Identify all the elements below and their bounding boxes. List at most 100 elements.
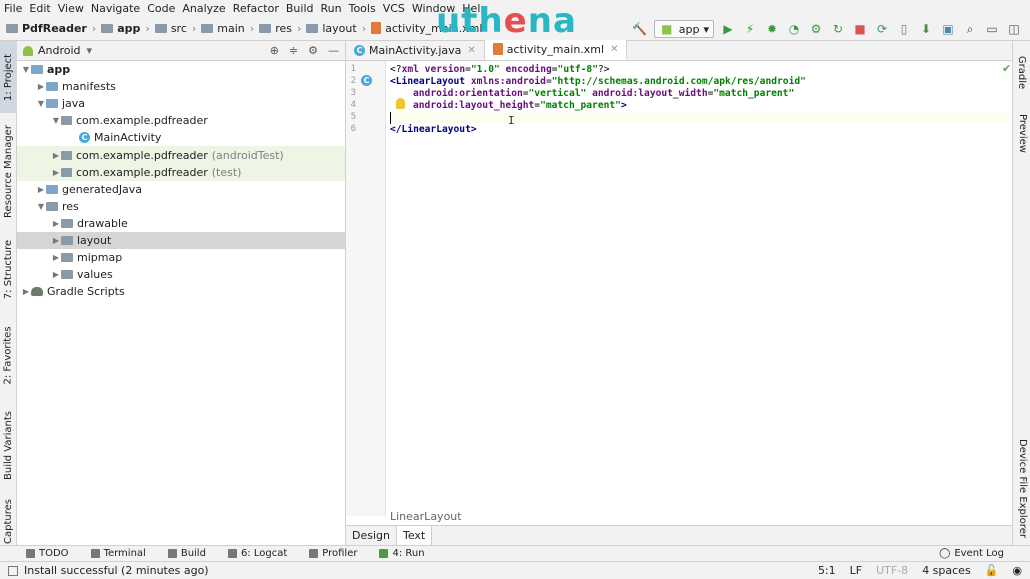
stop-icon[interactable]: ■	[852, 21, 868, 37]
chat-icon[interactable]: ▭	[984, 21, 1000, 37]
chevron-down-icon[interactable]: ▼	[21, 65, 31, 74]
toolwin-build[interactable]: Build	[167, 548, 206, 559]
chevron-right-icon[interactable]: ▶	[21, 287, 31, 296]
nav-crumb-layout[interactable]: layout ›	[306, 22, 371, 35]
toolwin-run[interactable]: 4: Run	[379, 548, 425, 559]
chevron-down-icon[interactable]: ▼	[51, 116, 61, 125]
toolwin-terminal[interactable]: Terminal	[90, 548, 146, 559]
nav-crumb-app[interactable]: app ›	[101, 22, 155, 35]
tree-item-java[interactable]: ▼ java	[17, 95, 345, 112]
menu-refactor[interactable]: Refactor	[233, 2, 279, 15]
locate-icon[interactable]: ⊕	[270, 44, 279, 57]
lightbulb-icon[interactable]	[396, 98, 405, 109]
menu-tools[interactable]: Tools	[349, 2, 376, 15]
tree-item-mainactivity[interactable]: C MainActivity	[17, 129, 345, 146]
close-icon[interactable]: ✕	[467, 45, 475, 56]
toolwin-profiler[interactable]: Profiler	[309, 548, 357, 559]
inspector-icon[interactable]: ◉	[1012, 564, 1022, 577]
tab-resource-manager[interactable]: Resource Manager	[0, 121, 17, 221]
tree-item-package-androidtest[interactable]: ▶ com.example.pdfreader (androidTest)	[17, 146, 345, 164]
nav-crumb-main[interactable]: main ›	[201, 22, 259, 35]
chevron-down-icon[interactable]: ▾	[87, 44, 93, 57]
tab-gradle[interactable]: Gradle	[1013, 47, 1030, 97]
menu-vcs[interactable]: VCS	[383, 2, 405, 15]
collapse-all-icon[interactable]: ≑	[289, 44, 298, 57]
gear-icon[interactable]: ⚙	[308, 44, 318, 57]
menu-navigate[interactable]: Navigate	[91, 2, 140, 15]
menu-code[interactable]: Code	[147, 2, 175, 15]
nav-crumb-src[interactable]: src ›	[154, 22, 201, 35]
search-icon[interactable]: ⌕	[962, 21, 978, 37]
avd-manager-icon[interactable]: ▯	[896, 21, 912, 37]
menu-analyze[interactable]: Analyze	[182, 2, 225, 15]
minimize-icon[interactable]: —	[328, 44, 339, 57]
sync-gradle-icon[interactable]: ⟳	[874, 21, 890, 37]
status-message[interactable]: Install successful (2 minutes ago)	[8, 564, 209, 577]
tab-preview[interactable]: Preview	[1013, 105, 1030, 161]
class-gutter-icon[interactable]: C	[361, 75, 372, 86]
tree-item-app[interactable]: ▼ app	[17, 61, 345, 78]
nav-crumb-res[interactable]: res ›	[259, 22, 306, 35]
menu-run[interactable]: Run	[321, 2, 342, 15]
profile-icon[interactable]: ◔	[786, 21, 802, 37]
tab-project[interactable]: 1: Project	[0, 41, 17, 113]
tree-item-manifests[interactable]: ▶ manifests	[17, 78, 345, 95]
file-encoding[interactable]: UTF-8	[876, 564, 908, 577]
tab-activity-main-xml[interactable]: activity_main.xml ✕	[484, 40, 628, 60]
chevron-right-icon[interactable]: ▶	[51, 168, 61, 177]
project-view-select[interactable]: Android	[38, 44, 81, 57]
attach-debugger-icon[interactable]: ⚙	[808, 21, 824, 37]
tab-structure[interactable]: 7: Structure	[0, 233, 17, 305]
tree-item-gradle-scripts[interactable]: ▶ Gradle Scripts	[17, 283, 345, 300]
chevron-right-icon[interactable]: ▶	[51, 270, 61, 279]
chevron-right-icon[interactable]: ▶	[36, 82, 46, 91]
chevron-right-icon[interactable]: ▶	[51, 219, 61, 228]
tree-item-package-main[interactable]: ▼ com.example.pdfreader	[17, 112, 345, 129]
nav-crumb-project[interactable]: PdfReader ›	[6, 22, 101, 35]
layout-inspector-icon[interactable]: ▣	[940, 21, 956, 37]
rerun-icon[interactable]: ↻	[830, 21, 846, 37]
chevron-right-icon[interactable]: ▶	[51, 151, 61, 160]
debug-icon[interactable]: ✹	[764, 21, 780, 37]
indent-setting[interactable]: 4 spaces	[922, 564, 971, 577]
apply-changes-icon[interactable]: ⚡	[742, 21, 758, 37]
tree-item-generatedjava[interactable]: ▶ generatedJava	[17, 181, 345, 198]
chevron-right-icon[interactable]: ▶	[51, 253, 61, 262]
sdk-manager-icon[interactable]: ⬇	[918, 21, 934, 37]
assistant-icon[interactable]: ◫	[1006, 21, 1022, 37]
run-config-select[interactable]: ■ app ▾	[653, 20, 714, 38]
tab-mainactivity-java[interactable]: C MainActivity.java ✕	[346, 40, 485, 60]
code-editor[interactable]: <?xml version="1.0" encoding="utf-8"?> <…	[390, 61, 1010, 516]
toolwin-logcat[interactable]: 6: Logcat	[227, 548, 287, 559]
toolwin-todo[interactable]: TODO	[26, 548, 69, 559]
close-icon[interactable]: ✕	[610, 44, 618, 55]
tree-item-layout[interactable]: ▶ layout	[17, 231, 345, 250]
hammer-icon[interactable]: 🔨	[632, 21, 648, 37]
menu-view[interactable]: View	[58, 2, 84, 15]
tree-item-package-test[interactable]: ▶ com.example.pdfreader (test)	[17, 163, 345, 181]
xml-breadcrumb[interactable]: LinearLayout	[390, 510, 462, 523]
chevron-right-icon[interactable]: ▶	[36, 185, 46, 194]
tree-item-values[interactable]: ▶ values	[17, 266, 345, 283]
caret-position[interactable]: 5:1	[818, 564, 836, 577]
tab-captures[interactable]: Captures	[0, 497, 17, 545]
tab-design[interactable]: Design	[346, 526, 396, 545]
tab-build-variants[interactable]: Build Variants	[0, 403, 17, 487]
tree-item-drawable[interactable]: ▶ drawable	[17, 215, 345, 232]
tree-item-mipmap[interactable]: ▶ mipmap	[17, 249, 345, 266]
menu-file[interactable]: File	[4, 2, 22, 15]
menu-edit[interactable]: Edit	[29, 2, 50, 15]
run-icon[interactable]: ▶	[720, 21, 736, 37]
lock-icon[interactable]: 🔓	[985, 564, 999, 577]
toolwin-event-log[interactable]: ◯ Event Log	[939, 548, 1004, 559]
chevron-right-icon[interactable]: ▶	[51, 236, 61, 245]
tab-text[interactable]: Text	[395, 526, 433, 545]
chevron-down-icon[interactable]: ▼	[36, 202, 46, 211]
line-separator[interactable]: LF	[850, 564, 862, 577]
menu-build[interactable]: Build	[286, 2, 314, 15]
tree-item-res[interactable]: ▼ res	[17, 198, 345, 215]
tab-favorites[interactable]: 2: Favorites	[0, 319, 17, 391]
chevron-down-icon[interactable]: ▼	[36, 99, 46, 108]
tab-device-file-explorer[interactable]: Device File Explorer	[1013, 433, 1030, 543]
panel-toggle-icon[interactable]	[8, 565, 18, 576]
